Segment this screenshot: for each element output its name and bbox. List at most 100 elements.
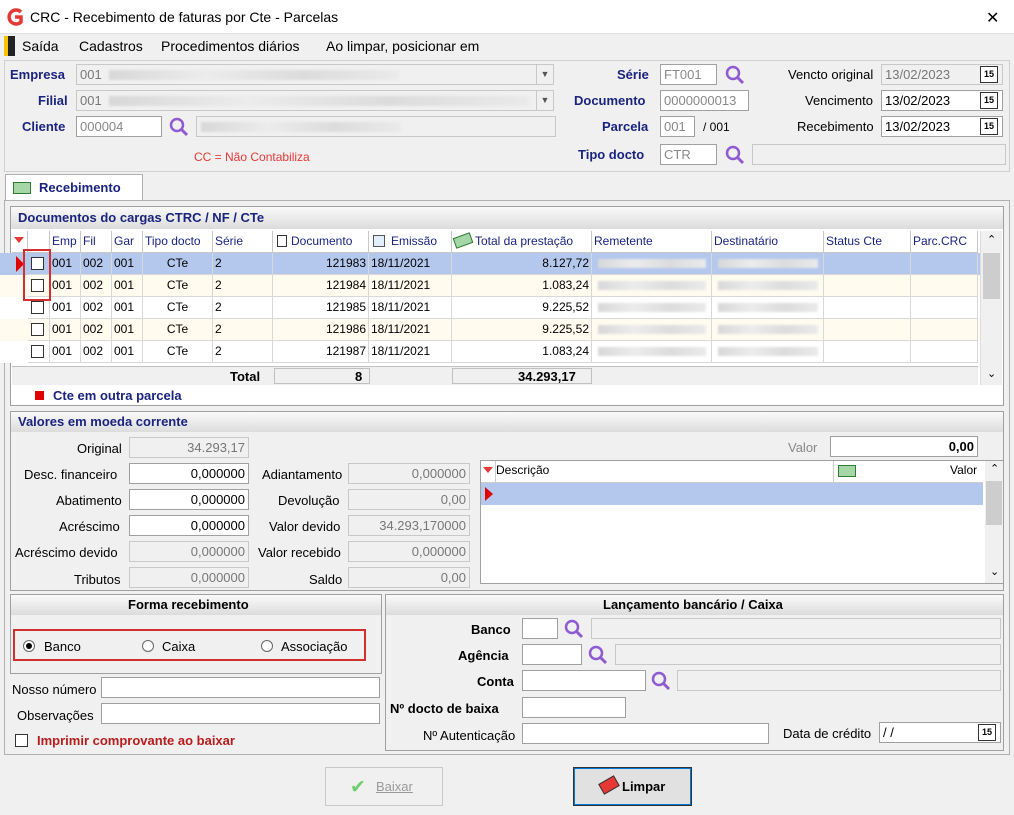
table-row[interactable]: 001 002 001 CTe 2 121985 18/11/2021 9.225,52 bbox=[0, 297, 980, 319]
radio-associacao-label[interactable]: Associação bbox=[281, 639, 347, 654]
valor-input[interactable]: 0,00 bbox=[830, 436, 978, 457]
col-valor[interactable]: Valor bbox=[950, 463, 977, 477]
calendar-icon[interactable]: 15 bbox=[980, 66, 998, 83]
table-cell: 002 bbox=[81, 341, 112, 363]
agencia-input[interactable] bbox=[522, 644, 582, 665]
imprimir-label[interactable]: Imprimir comprovante ao baixar bbox=[37, 733, 235, 748]
col-parc-crc[interactable]: Parc.CRC bbox=[911, 231, 978, 253]
limpar-button[interactable]: Limpar bbox=[573, 767, 692, 806]
chevron-up-icon[interactable]: ⌃ bbox=[990, 462, 999, 475]
tab-recebimento[interactable]: Recebimento bbox=[5, 174, 143, 201]
chevron-up-icon[interactable]: ⌃ bbox=[987, 233, 996, 246]
calendar-icon[interactable]: 15 bbox=[978, 724, 996, 741]
table-row[interactable]: 001 002 001 CTe 2 121986 18/11/2021 9.225,52 bbox=[0, 319, 980, 341]
empresa-select[interactable]: 001 ▼ bbox=[76, 64, 554, 85]
menu-item-procedimentos[interactable]: Procedimentos diários bbox=[161, 38, 300, 54]
desc-scrollbar[interactable]: ⌃ ⌄ bbox=[985, 461, 1003, 583]
table-row[interactable]: 001 002 001 CTe 2 121984 18/11/2021 1.083,24 bbox=[0, 275, 980, 297]
desc-fin-input[interactable]: 0,000000 bbox=[129, 463, 249, 484]
scroll-thumb[interactable] bbox=[983, 253, 1000, 299]
agencia-desc-field bbox=[615, 644, 1001, 665]
table-cell: 121983 bbox=[273, 253, 369, 275]
serie-label: Série bbox=[617, 67, 649, 82]
close-icon[interactable]: ✕ bbox=[986, 8, 999, 28]
total-value: 34.293,17 bbox=[518, 369, 576, 384]
calendar-icon[interactable]: 15 bbox=[980, 118, 998, 135]
scroll-thumb[interactable] bbox=[986, 481, 1002, 525]
cliente-code-input[interactable]: 000004 bbox=[76, 116, 162, 137]
chevron-down-icon[interactable]: ⌄ bbox=[987, 367, 996, 380]
imprimir-checkbox[interactable] bbox=[15, 734, 28, 747]
row-checkbox[interactable] bbox=[31, 323, 44, 336]
table-cell: CTe bbox=[143, 253, 213, 275]
radio-caixa-label[interactable]: Caixa bbox=[162, 639, 195, 654]
col-total[interactable]: Total da prestação bbox=[452, 231, 592, 253]
menu-item-saida[interactable]: Saída bbox=[22, 38, 59, 54]
col-documento[interactable]: Documento bbox=[273, 231, 369, 253]
col-gar[interactable]: Gar bbox=[112, 231, 143, 253]
col-emissao[interactable]: Emissão bbox=[369, 231, 452, 253]
table-cell: 001 bbox=[112, 253, 143, 275]
cliente-name-field bbox=[196, 116, 556, 137]
conta-desc-field bbox=[677, 670, 1001, 691]
col-remetente[interactable]: Remetente bbox=[592, 231, 712, 253]
col-serie[interactable]: Série bbox=[213, 231, 273, 253]
saldo-input: 0,00 bbox=[348, 567, 470, 588]
valores-title: Valores em moeda corrente bbox=[18, 414, 188, 429]
table-row[interactable]: 001 002 001 CTe 2 121987 18/11/2021 1.083,24 bbox=[0, 341, 980, 363]
table-cell: CTe bbox=[143, 275, 213, 297]
menu-item-cadastros[interactable]: Cadastros bbox=[79, 38, 143, 54]
observacoes-input[interactable] bbox=[101, 703, 380, 724]
radio-caixa[interactable] bbox=[142, 640, 154, 652]
row-checkbox[interactable] bbox=[31, 345, 44, 358]
documento-input[interactable]: 0000000013 bbox=[660, 90, 749, 111]
agencia-label: Agência bbox=[458, 648, 509, 663]
autenticacao-input[interactable] bbox=[522, 723, 769, 744]
parcela-input[interactable]: 001 bbox=[660, 116, 695, 137]
filial-select[interactable]: 001 ▼ bbox=[76, 90, 554, 111]
checkbox-highlight bbox=[23, 249, 51, 301]
acrescimo-input[interactable]: 0,000000 bbox=[129, 515, 249, 536]
col-destinatario[interactable]: Destinatário bbox=[712, 231, 824, 253]
baixar-button[interactable]: ✔ Baixar bbox=[325, 767, 443, 806]
serie-input[interactable]: FT001 bbox=[660, 64, 717, 85]
cliente-search-icon[interactable] bbox=[169, 117, 189, 137]
col-emp[interactable]: Emp bbox=[50, 231, 81, 253]
table-cell bbox=[712, 253, 824, 275]
exit-icon bbox=[4, 36, 15, 56]
table-cell: 9.225,52 bbox=[452, 297, 592, 319]
docto-baixa-input[interactable] bbox=[522, 697, 626, 718]
table-cell bbox=[712, 297, 824, 319]
serie-search-icon[interactable] bbox=[725, 65, 745, 85]
nosso-numero-input[interactable] bbox=[101, 677, 380, 698]
acrescimo-devido-input: 0,000000 bbox=[129, 541, 249, 562]
calendar-icon[interactable]: 15 bbox=[980, 92, 998, 109]
agencia-search-icon[interactable] bbox=[588, 645, 608, 665]
tipo-docto-search-icon[interactable] bbox=[725, 145, 745, 165]
radio-banco[interactable] bbox=[23, 640, 35, 652]
abatimento-input[interactable]: 0,000000 bbox=[129, 489, 249, 510]
table-cell bbox=[592, 297, 712, 319]
col-fil[interactable]: Fil bbox=[81, 231, 112, 253]
documento-label: Documento bbox=[574, 93, 646, 108]
table-cell: 121985 bbox=[273, 297, 369, 319]
radio-associacao[interactable] bbox=[261, 640, 273, 652]
adiantamento-input: 0,000000 bbox=[348, 463, 470, 484]
observacoes-label: Observações bbox=[17, 708, 94, 723]
conta-input[interactable] bbox=[522, 670, 646, 691]
col-tipo-docto[interactable]: Tipo docto bbox=[143, 231, 213, 253]
grid-scrollbar[interactable]: ⌃ ⌄ bbox=[980, 231, 1002, 385]
table-row[interactable]: 001 002 001 CTe 2 121983 18/11/2021 8.127,72 bbox=[0, 253, 980, 275]
conta-search-icon[interactable] bbox=[651, 671, 671, 691]
tipo-docto-input[interactable]: CTR bbox=[660, 144, 717, 165]
banco-input[interactable] bbox=[522, 618, 558, 639]
menu-item-ao-limpar[interactable]: Ao limpar, posicionar em bbox=[326, 38, 479, 54]
banco-search-icon[interactable] bbox=[564, 619, 584, 639]
col-status-cte[interactable]: Status Cte bbox=[824, 231, 911, 253]
selected-desc-row[interactable] bbox=[481, 483, 983, 505]
radio-banco-label[interactable]: Banco bbox=[44, 639, 81, 654]
col-descricao[interactable]: Descrição bbox=[496, 463, 549, 477]
row-checkbox[interactable] bbox=[31, 301, 44, 314]
window-title: CRC - Recebimento de faturas por Cte - P… bbox=[30, 9, 339, 25]
chevron-down-icon[interactable]: ⌄ bbox=[990, 565, 999, 578]
